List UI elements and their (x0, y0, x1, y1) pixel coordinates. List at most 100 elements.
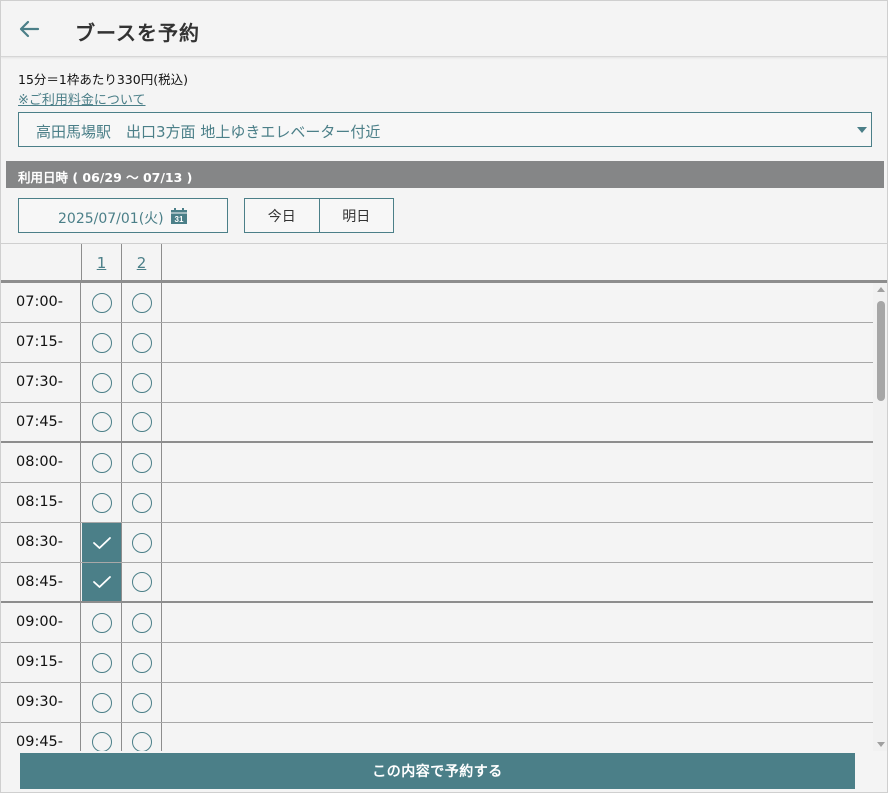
location-select[interactable]: 高田馬場駅 出口3方面 地上ゆきエレベーター付近 (18, 112, 872, 147)
circle-icon (91, 732, 112, 751)
date-value: 2025/07/01(火) (58, 211, 164, 227)
slot-booth-1[interactable] (82, 443, 122, 482)
time-label: 08:45- (1, 563, 81, 601)
today-button[interactable]: 今日 (245, 199, 319, 232)
circle-icon (91, 372, 112, 393)
date-picker-field[interactable]: 2025/07/01(火) 31 (18, 198, 228, 233)
slot-booth-1[interactable] (82, 723, 122, 751)
slot-booth-1[interactable] (82, 363, 122, 402)
circle-icon (131, 732, 152, 751)
calendar-icon: 31 (171, 208, 187, 224)
slot-booth-2[interactable] (122, 283, 162, 322)
slot-booth-2[interactable] (122, 643, 162, 682)
grid-header: 1 2 (1, 243, 887, 283)
circle-icon (131, 332, 152, 353)
circle-icon (131, 612, 152, 633)
time-slot-row: 07:45- (1, 403, 873, 443)
time-label: 09:45- (1, 723, 81, 751)
slot-booth-1[interactable] (82, 643, 122, 682)
circle-icon (91, 332, 112, 353)
slot-booth-1[interactable] (82, 563, 122, 601)
slot-booth-2[interactable] (122, 443, 162, 482)
time-label: 07:30- (1, 363, 81, 402)
time-slot-row: 08:00- (1, 443, 873, 483)
submit-booking-button[interactable]: この内容で予約する (20, 753, 855, 789)
booking-page: ブースを予約 15分＝1枠あたり330円(税込) ※ご利用料金について 高田馬場… (0, 0, 888, 793)
booth-header-2: 2 (122, 244, 162, 281)
slot-booth-1[interactable] (82, 483, 122, 522)
scroll-down-icon[interactable] (877, 742, 885, 747)
grid-header-time (1, 244, 82, 281)
slot-booth-1[interactable] (82, 683, 122, 722)
circle-icon (131, 572, 152, 592)
time-label: 09:00- (1, 603, 81, 642)
time-label: 09:15- (1, 643, 81, 682)
circle-icon (131, 412, 152, 432)
booth-link-1[interactable]: 1 (97, 254, 107, 272)
circle-icon (131, 692, 152, 713)
booking-grid: 1 2 07:00- 07:15- 07:30- 07:45- 08:00- 08:15-… (1, 243, 887, 751)
time-label: 07:00- (1, 283, 81, 322)
slot-booth-2[interactable] (122, 523, 162, 562)
back-button[interactable] (13, 15, 45, 43)
pricing-link[interactable]: ※ご利用料金について (18, 89, 146, 108)
circle-icon (91, 652, 112, 673)
slot-booth-2[interactable] (122, 683, 162, 722)
scroll-up-icon[interactable] (877, 287, 885, 292)
circle-icon (91, 292, 112, 313)
circle-icon (131, 652, 152, 673)
scroll-thumb[interactable] (877, 301, 885, 401)
slot-booth-1[interactable] (82, 523, 122, 562)
time-label: 08:15- (1, 483, 81, 522)
check-icon (92, 536, 111, 549)
slot-booth-1[interactable] (82, 403, 122, 441)
circle-icon (91, 452, 112, 473)
circle-icon (131, 292, 152, 313)
circle-icon (131, 532, 152, 553)
time-slot-row: 07:00- (1, 283, 873, 323)
time-slot-row: 09:00- (1, 603, 873, 643)
time-label: 08:30- (1, 523, 81, 562)
day-button-group: 今日 明日 (244, 198, 394, 233)
time-slot-row: 09:30- (1, 683, 873, 723)
tomorrow-button[interactable]: 明日 (318, 199, 394, 232)
booth-link-2[interactable]: 2 (137, 254, 147, 272)
page-title: ブースを予約 (75, 21, 200, 45)
arrow-left-icon (19, 20, 40, 38)
check-icon (92, 576, 111, 588)
slot-booth-1[interactable] (82, 603, 122, 642)
slot-booth-2[interactable] (122, 363, 162, 402)
circle-icon (131, 452, 152, 473)
time-slot-row: 08:30- (1, 523, 873, 563)
time-label: 09:30- (1, 683, 81, 722)
slot-booth-2[interactable] (122, 563, 162, 601)
slot-booth-2[interactable] (122, 483, 162, 522)
slot-booth-1[interactable] (82, 283, 122, 322)
time-slot-row: 08:45- (1, 563, 873, 603)
grid-scrollbar[interactable] (873, 283, 887, 751)
time-slot-row: 08:15- (1, 483, 873, 523)
circle-icon (131, 372, 152, 393)
caret-down-icon (857, 127, 867, 133)
slot-booth-2[interactable] (122, 403, 162, 441)
time-slot-row: 09:45- (1, 723, 873, 751)
slot-booth-2[interactable] (122, 323, 162, 362)
time-label: 07:15- (1, 323, 81, 362)
slot-booth-2[interactable] (122, 603, 162, 642)
pricing-text: 15分＝1枠あたり330円(税込) (18, 72, 188, 87)
slot-booth-2[interactable] (122, 723, 162, 751)
circle-icon (91, 692, 112, 713)
time-label: 08:00- (1, 443, 81, 482)
section-header-datetime: 利用日時 ( 06/29 〜 07/13 ) (6, 161, 884, 188)
booth-header-1: 1 (82, 244, 122, 281)
circle-icon (131, 492, 152, 513)
circle-icon (91, 612, 112, 633)
slot-booth-1[interactable] (82, 323, 122, 362)
time-slot-row: 07:15- (1, 323, 873, 363)
circle-icon (91, 492, 112, 513)
app-header: ブースを予約 (1, 1, 887, 57)
time-slot-row: 09:15- (1, 643, 873, 683)
circle-icon (91, 412, 112, 432)
calendar-day-number: 31 (175, 215, 184, 224)
location-selected-value: 高田馬場駅 出口3方面 地上ゆきエレベーター付近 (36, 123, 381, 141)
